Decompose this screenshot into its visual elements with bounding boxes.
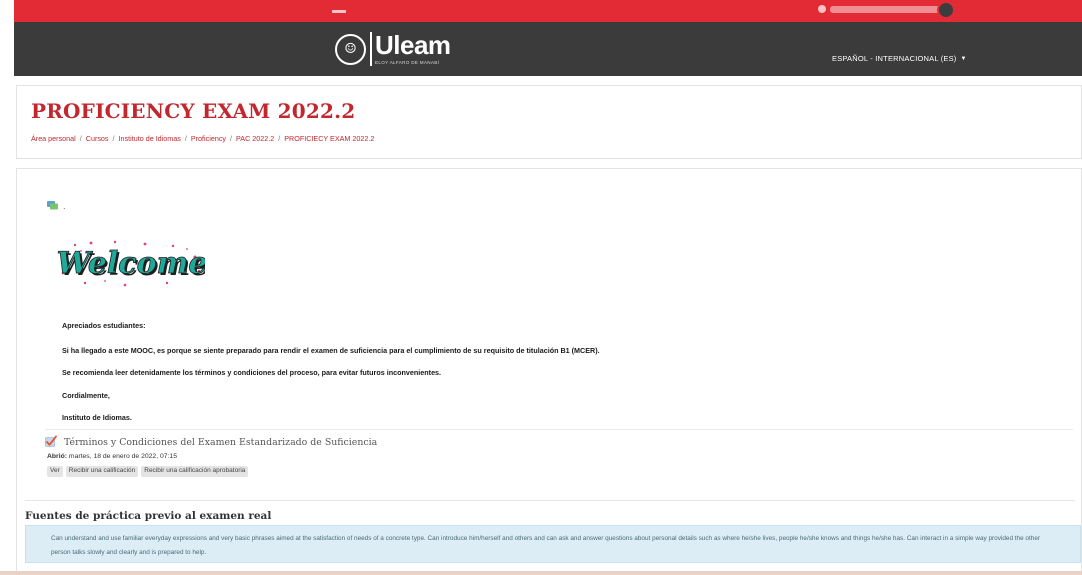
requirement-badge: Recibir una calificación aprobatoria	[141, 466, 249, 477]
breadcrumb-separator: /	[278, 134, 281, 143]
checkmark-icon	[45, 435, 57, 447]
welcome-image: Welcome Welcome	[56, 240, 205, 287]
section-divider	[25, 500, 1075, 501]
requirement-badge: Ver	[47, 466, 63, 477]
navbar: ☺ Uleam ELOY ALFARO DE MANABÍ ESPAÑOL - …	[14, 22, 1082, 76]
top-red-bar	[0, 0, 1082, 22]
activity-opened-date: Abrió: martes, 18 de enero de 2022, 07:1…	[47, 453, 177, 460]
forum-icon[interactable]	[47, 201, 58, 210]
page-title: PROFICIENCY EXAM 2022.2	[31, 99, 356, 123]
window-edge	[0, 0, 14, 22]
breadcrumb-item-instituto[interactable]: Instituto de Idiomas	[119, 134, 181, 143]
breadcrumb-separator: /	[112, 134, 115, 143]
menu-toggle-icon[interactable]	[332, 10, 346, 13]
logo-subtitle: ELOY ALFARO DE MANABÍ	[375, 60, 440, 66]
breadcrumb-separator: /	[79, 134, 82, 143]
breadcrumb-separator: /	[184, 134, 187, 143]
breadcrumb-item-pac[interactable]: PAC 2022.2	[236, 134, 274, 143]
logo-emblem-icon: ☺	[335, 33, 366, 65]
recommendation-paragraph: Se recomienda leer detenidamente los tér…	[62, 368, 442, 377]
forum-link[interactable]: .	[63, 202, 66, 211]
logo-divider	[370, 32, 372, 66]
intro-paragraph: Si ha llegado a este MOOC, es porque se …	[62, 346, 600, 355]
notification-icon[interactable]	[818, 5, 826, 13]
breadcrumb-item-proficiency[interactable]: Proficiency	[191, 134, 226, 143]
page-header: PROFICIENCY EXAM 2022.2 Área personal / …	[16, 85, 1082, 159]
course-content: . Welcome Welcome Apreciados estudiantes…	[16, 168, 1082, 575]
requirement-badge: Recibir una calificación	[65, 466, 139, 477]
welcome-text: Welcome	[57, 246, 205, 281]
breadcrumb-item-cursos[interactable]: Cursos	[86, 134, 109, 143]
logo-name: Uleam	[375, 30, 451, 61]
breadcrumb-item-area-personal[interactable]: Área personal	[31, 134, 76, 143]
breadcrumb-item-current[interactable]: PROFICIECY EXAM 2022.2	[284, 134, 374, 143]
activity-divider	[45, 429, 1073, 430]
greeting: Apreciados estudiantes:	[62, 321, 146, 330]
activity-link-terms[interactable]: Términos y Condiciones del Examen Estand…	[64, 437, 377, 448]
completion-requirements: Ver Recibir una calificación Recibir una…	[47, 466, 249, 477]
closing: Cordialmente,	[62, 391, 110, 400]
site-logo[interactable]: ☺ Uleam ELOY ALFARO DE MANABÍ	[335, 30, 451, 68]
user-name-blurred[interactable]	[830, 6, 942, 13]
language-label: ESPAÑOL - INTERNACIONAL (ES)	[832, 54, 957, 63]
opened-value: martes, 18 de enero de 2022, 07:15	[67, 453, 177, 460]
caret-down-icon: ▼	[960, 55, 967, 62]
avatar[interactable]	[937, 1, 955, 19]
section-summary: Can understand and use familiar everyday…	[25, 525, 1081, 563]
language-selector[interactable]: ESPAÑOL - INTERNACIONAL (ES) ▼	[832, 54, 967, 63]
breadcrumb: Área personal / Cursos / Instituto de Id…	[31, 134, 374, 143]
opened-label: Abrió:	[47, 453, 68, 460]
breadcrumb-separator: /	[230, 134, 233, 143]
page-bottom-edge	[0, 571, 1082, 575]
section-title: Fuentes de práctica previo al examen rea…	[25, 510, 272, 522]
signature: Instituto de Idiomas.	[62, 413, 132, 422]
